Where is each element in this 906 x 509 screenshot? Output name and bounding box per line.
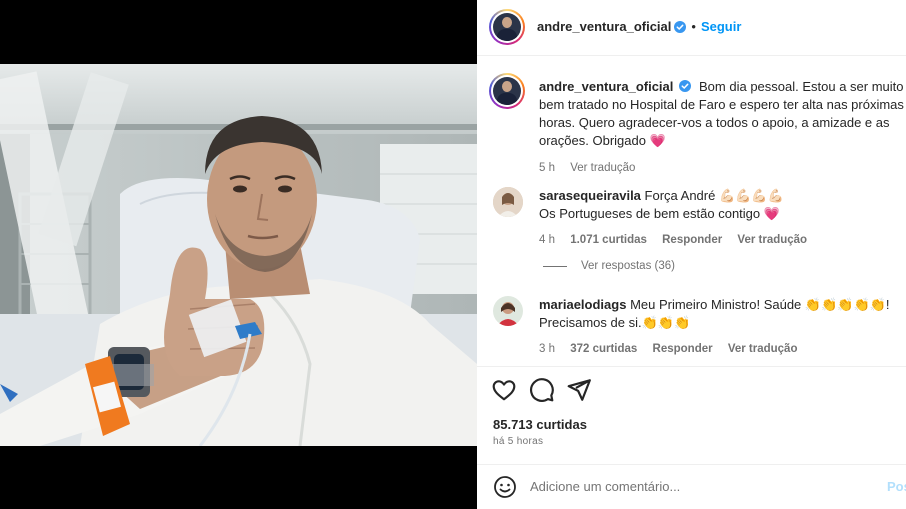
comment-meta: 4 h 1.071 curtidas Responder Ver traduçã…: [539, 231, 906, 249]
post-caption: andre_ventura_oficial Bom dia pessoal. E…: [539, 78, 906, 177]
comment-heart-emoji: 💗: [763, 206, 780, 221]
comment-age: 3 h: [539, 343, 555, 355]
verified-badge-icon: [679, 80, 692, 92]
follow-button[interactable]: Seguir: [701, 19, 741, 34]
view-replies-label: Ver respostas (36): [581, 260, 675, 272]
author-avatar[interactable]: [489, 9, 525, 45]
post-details-panel: andre_ventura_oficial • Seguir andre_ven…: [477, 0, 906, 509]
caption-author-avatar[interactable]: [489, 73, 525, 109]
post-timestamp: há 5 horas: [493, 436, 544, 447]
verified-badge-icon: [674, 20, 687, 33]
post-likes-count[interactable]: 85.713 curtidas: [493, 417, 587, 432]
comment-username[interactable]: sarasequeiravila: [539, 188, 641, 203]
commenter-photo: [493, 187, 523, 217]
comment-item: mariaelodiags Meu Primeiro Ministro! Saú…: [539, 296, 906, 358]
comment-likes[interactable]: 1.071 curtidas: [570, 234, 647, 246]
caption-username[interactable]: andre_ventura_oficial: [539, 79, 673, 94]
comment-item: sarasequeiravila Força André 💪🏻💪🏻💪🏻💪🏻 Os…: [539, 187, 906, 249]
hospital-selfie-image: [0, 64, 477, 446]
comment-age: 4 h: [539, 234, 555, 246]
comment-text-line1: Força André 💪🏻💪🏻💪🏻💪🏻: [644, 188, 784, 203]
comment-meta: 3 h 372 curtidas Responder Ver tradução: [539, 340, 906, 358]
post-comment-button[interactable]: Pos: [887, 479, 906, 494]
comment-translate-link[interactable]: Ver tradução: [737, 234, 807, 246]
caption-age: 5 h: [539, 162, 555, 174]
comment-text-line2: Precisamos de si.👏👏👏: [539, 315, 691, 330]
author-username[interactable]: andre_ventura_oficial: [537, 19, 671, 34]
caption-heart-emoji: 💗: [649, 133, 666, 148]
comment-avatar-mariaelodiags[interactable]: [493, 296, 523, 326]
smiley-icon[interactable]: [493, 475, 517, 499]
comment-input[interactable]: [530, 479, 860, 494]
post-photo[interactable]: [0, 64, 477, 446]
comment-username[interactable]: mariaelodiags: [539, 297, 626, 312]
post-header: andre_ventura_oficial • Seguir: [477, 0, 906, 56]
instagram-post-view: andre_ventura_oficial • Seguir andre_ven…: [0, 0, 906, 509]
post-actions-bar: 85.713 curtidas há 5 horas: [477, 366, 906, 466]
caption-meta: 5 h Ver tradução: [539, 159, 906, 177]
heart-outline-icon[interactable]: [491, 377, 517, 403]
comment-reply-button[interactable]: Responder: [662, 234, 722, 246]
comment-avatar-sarasequeiravila[interactable]: [493, 187, 523, 217]
replies-divider: [543, 265, 567, 267]
comment-text-line2: Os Portugueses de bem estão contigo: [539, 206, 761, 221]
speech-bubble-icon[interactable]: [529, 377, 555, 403]
comment-reply-button[interactable]: Responder: [653, 343, 713, 355]
comment-likes[interactable]: 372 curtidas: [570, 343, 637, 355]
commenter-photo: [493, 296, 523, 326]
comment-translate-link[interactable]: Ver tradução: [728, 343, 798, 355]
post-media-area: [0, 0, 477, 509]
comment-text-line1: Meu Primeiro Ministro! Saúde 👏👏👏👏👏!: [630, 297, 890, 312]
caption-translate-link[interactable]: Ver tradução: [570, 162, 635, 174]
separator-dot: •: [691, 19, 696, 34]
comment-composer: Pos: [477, 464, 906, 509]
view-replies-button[interactable]: Ver respostas (36): [543, 260, 675, 272]
paper-plane-icon[interactable]: [566, 377, 592, 403]
